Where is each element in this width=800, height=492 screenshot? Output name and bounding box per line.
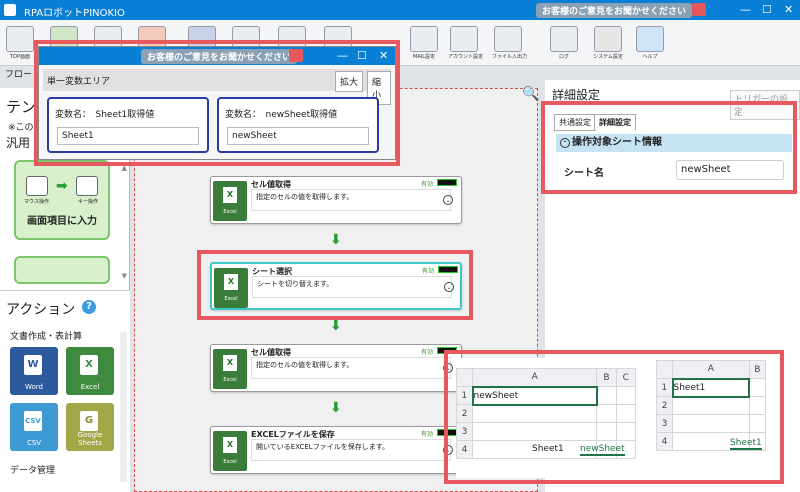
highlight-sheets [444,350,784,484]
tile-label: 画面項目に入力 [27,216,97,227]
status-label: 有効 [421,431,434,438]
google-sheets-icon: G [80,411,98,431]
keyboard-icon [76,176,98,196]
action-google-sheets[interactable]: G Google Sheets [66,403,114,451]
card-desc: 指定のセルの値を取得します。 [251,357,451,379]
action-word[interactable]: W Word [10,347,58,395]
highlight-selected-card [197,250,473,320]
arrow-down-icon: ⬇ [330,318,342,334]
file-io-button[interactable]: ファイル入出力 [492,26,527,60]
excel-icon: X [80,355,98,375]
app-title: RPAロボットPINOKIO [24,8,125,19]
flow-label: フロー [5,70,33,80]
help-button[interactable]: ヘルプ [634,26,666,60]
mail-icon [410,26,438,52]
status-label: 有効 [421,181,434,188]
feedback-link[interactable]: お客様のご意見をお聞かせください [536,3,693,18]
flow-card-save-excel[interactable]: X Excel EXCELファイルを保存 開いているEXCELファイルを保存します… [210,426,462,474]
file-transfer-icon [494,26,522,52]
thumbs-down-icon[interactable] [692,3,706,16]
maximize-icon[interactable]: ☐ [762,3,772,16]
account-icon [450,26,478,52]
top-screen-button[interactable]: TOP画面 [4,26,36,60]
mouse-icon [26,176,48,196]
gear-icon [594,26,622,52]
account-settings-button[interactable]: アカウント設定 [448,26,483,60]
category-document: 文書作成・表計算 [10,332,83,342]
template-input-screen[interactable]: マウス操作 ➡ キー操作 画面項目に入力 [14,160,110,240]
scroll-down-icon[interactable]: ▼ [122,272,127,280]
template-tile-2[interactable] [14,256,110,284]
excel-icon: X Excel [213,181,247,221]
close-icon[interactable]: ✕ [784,3,793,16]
excel-icon: X Excel [213,349,247,389]
arrow-right-icon: ➡ [56,178,68,194]
mail-settings-button[interactable]: MAIL設定 [408,26,440,60]
chevron-down-icon[interactable]: ⌄ [443,195,453,205]
flow-card-get-cell-2[interactable]: X Excel セル値取得 指定のセルの値を取得します。 有効 ⌄ [210,344,462,392]
log-icon [550,26,578,52]
highlight-detail [541,101,797,194]
highlight-popup [34,40,400,166]
category-data: データ管理 [10,466,56,476]
template-note: ※この [8,123,34,133]
system-settings-button[interactable]: システム設定 [592,26,624,60]
csv-icon: CSV [24,411,42,431]
actions-panel: アクション ? 文書作成・表計算 W Word X Excel CSV CSV G Go… [0,290,130,492]
word-icon: W [24,355,42,375]
title-bar: RPAロボットPINOKIO お客様のご意見をお聞かせください — ☐ ✕ [0,0,800,20]
arrow-down-icon: ⬇ [330,400,342,416]
card-desc: 指定のセルの値を取得します。 [251,189,451,211]
help-icon [636,26,664,52]
help-icon[interactable]: ? [82,300,96,314]
enable-toggle[interactable] [437,179,457,186]
app-logo-icon [4,4,16,16]
arrow-down-icon: ⬇ [330,232,342,248]
general-label: 汎用 [6,136,31,150]
log-button[interactable]: ログ [548,26,580,60]
minimize-icon[interactable]: — [740,3,751,16]
magnifier-icon: 🔍 [522,86,540,102]
keyboard-label: キー操作 [78,199,99,205]
excel-icon: X Excel [213,431,247,471]
actions-scrollbar[interactable] [120,332,127,482]
mouse-label: マウス操作 [24,199,50,205]
home-icon [6,26,34,52]
actions-title: アクション [6,302,76,318]
template-title: テン [6,98,37,116]
action-csv[interactable]: CSV CSV [10,403,58,451]
flow-card-get-cell[interactable]: X Excel セル値取得 指定のセルの値を取得します。 有効 ⌄ [210,176,462,224]
action-excel[interactable]: X Excel [66,347,114,395]
card-desc: 開いているEXCELファイルを保存します。 [251,439,451,461]
status-label: 有効 [421,349,434,356]
